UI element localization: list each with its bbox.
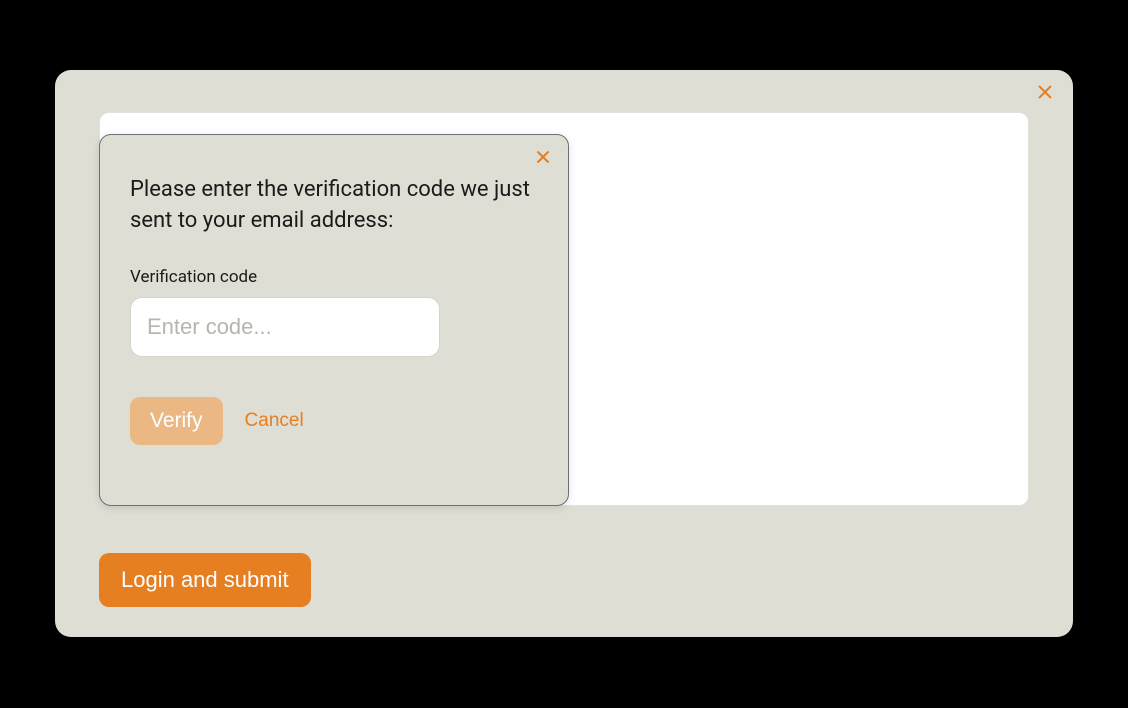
cancel-button[interactable]: Cancel [245,410,304,432]
close-icon [536,149,550,168]
modal-actions: Verify Cancel [130,397,538,445]
login-submit-button[interactable]: Login and submit [99,553,311,607]
verification-code-input[interactable] [130,297,440,357]
close-button[interactable] [1035,84,1055,104]
verification-code-label: Verification code [130,267,538,287]
verify-button[interactable]: Verify [130,397,223,445]
outer-panel: Login and submit Please enter the verifi… [55,70,1073,637]
modal-close-button[interactable] [534,149,552,167]
verification-modal: Please enter the verification code we ju… [99,134,569,506]
modal-heading: Please enter the verification code we ju… [130,175,538,237]
close-icon [1037,84,1053,104]
